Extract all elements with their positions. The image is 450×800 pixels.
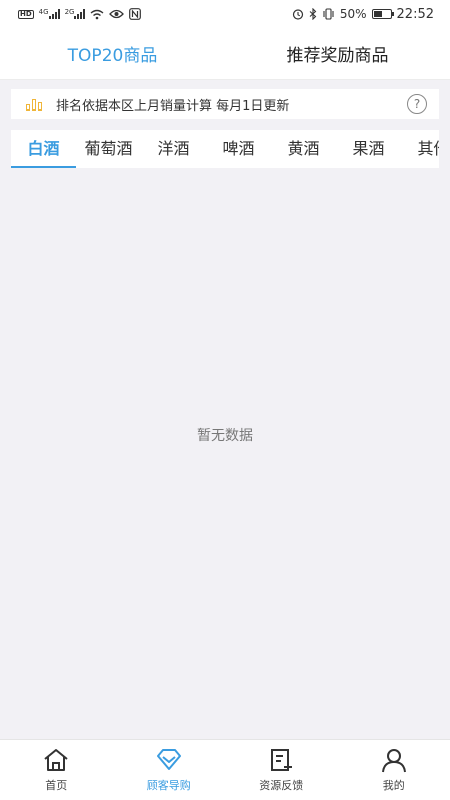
category-tab-fruit-wine[interactable]: 果酒: [336, 130, 401, 168]
tab-recommended-rewards[interactable]: 推荐奖励商品: [225, 41, 450, 66]
nav-home-label: 首页: [45, 779, 68, 792]
category-tab-liquor[interactable]: 洋酒: [141, 130, 206, 168]
bluetooth-icon: [309, 8, 317, 20]
battery-percent: 50%: [339, 7, 367, 21]
nav-customer-guide-label: 顾客导购: [146, 779, 191, 792]
nav-resource-feedback[interactable]: 资源反馈: [225, 740, 338, 800]
eye-icon: [109, 9, 125, 19]
ranking-notice: 排名依据本区上月销量计算 每月1日更新 ?: [11, 89, 439, 119]
nav-customer-guide[interactable]: 顾客导购: [113, 740, 226, 800]
category-tab-beer[interactable]: 啤酒: [206, 130, 271, 168]
empty-state-text: 暂无数据: [197, 428, 253, 444]
hd-icon: HD: [18, 9, 34, 19]
category-tab-baijiu[interactable]: 白酒: [11, 130, 76, 168]
category-tabs[interactable]: 白酒 葡萄酒 洋酒 啤酒 黄酒 果酒 其他: [11, 130, 439, 168]
battery-icon: [371, 9, 394, 19]
category-tab-other[interactable]: 其他: [401, 130, 439, 168]
user-icon: [381, 749, 406, 773]
nav-resource-feedback-label: 资源反馈: [259, 779, 304, 792]
feedback-icon: [271, 749, 293, 771]
network-2g-label: 2G: [64, 8, 75, 16]
vibrate-icon: [322, 8, 335, 20]
status-left: HD 4G 2G: [18, 8, 142, 20]
bottom-nav: 首页 顾客导购 资源反馈 我的: [0, 739, 450, 800]
nfc-icon: [129, 8, 142, 20]
network-2g-icon: 2G: [65, 9, 86, 19]
category-tab-huangjiu[interactable]: 黄酒: [271, 130, 336, 168]
home-icon: [44, 749, 68, 771]
nav-mine-label: 我的: [382, 779, 405, 792]
category-tab-wine[interactable]: 葡萄酒: [76, 130, 141, 168]
notice-text: 排名依据本区上月销量计算 每月1日更新: [56, 98, 290, 114]
wifi-icon: [90, 9, 104, 20]
status-bar: HD 4G 2G 50% 22:52: [0, 0, 450, 28]
status-right: 50% 22:52: [292, 7, 434, 22]
network-4g-label: 4G: [38, 8, 49, 16]
help-icon[interactable]: ?: [407, 94, 427, 114]
network-4g-icon: 4G: [39, 9, 60, 19]
tab-top20[interactable]: TOP20商品: [0, 41, 225, 66]
header-tabs: TOP20商品 推荐奖励商品: [0, 28, 450, 80]
diamond-icon: [156, 749, 181, 770]
clock: 22:52: [396, 6, 434, 22]
alarm-icon: [292, 8, 304, 20]
bar-chart-icon: [26, 97, 44, 111]
nav-mine[interactable]: 我的: [338, 740, 450, 800]
nav-home[interactable]: 首页: [0, 740, 113, 800]
